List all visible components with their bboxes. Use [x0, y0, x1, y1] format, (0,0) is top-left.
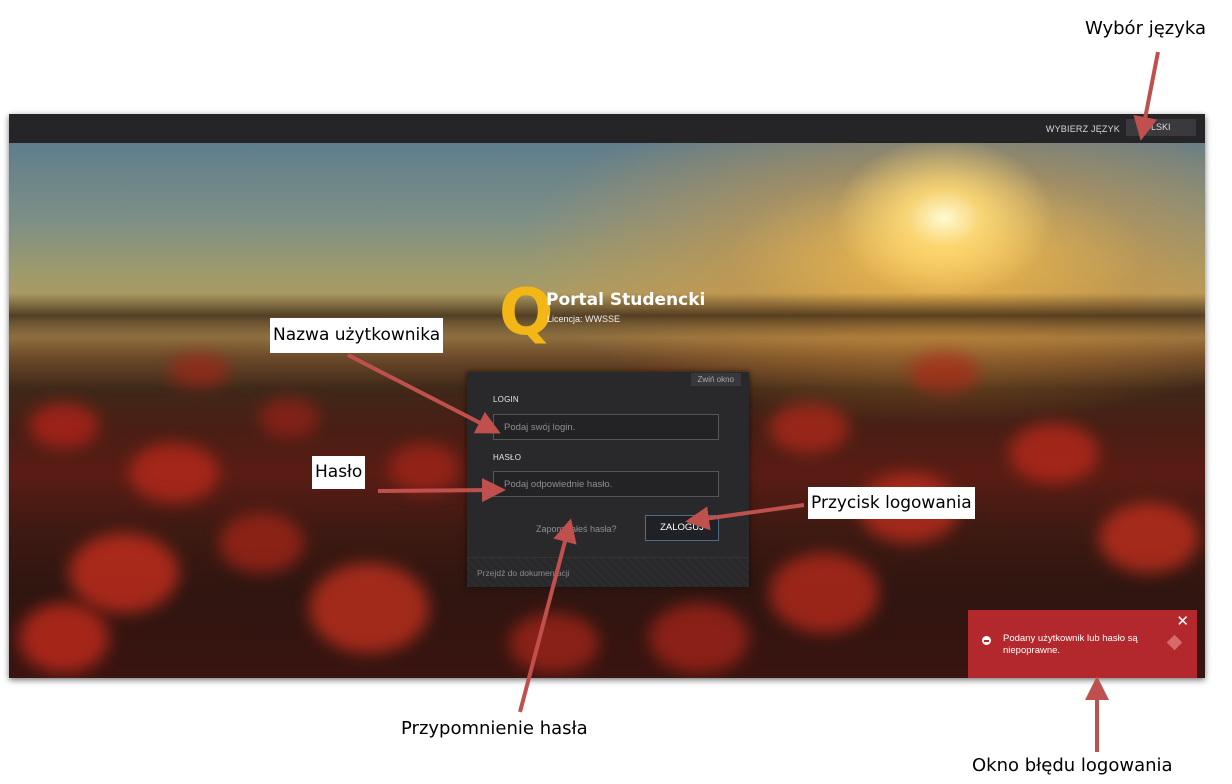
annotation-login-button: Przycisk logowania — [808, 487, 975, 519]
annotation-login-error: Okno błędu logowania — [972, 755, 1173, 776]
arrow-username — [347, 353, 501, 434]
arrow-forgot — [518, 518, 577, 713]
annotation-language-choice: Wybór języka — [1085, 18, 1207, 39]
arrow-language — [1133, 51, 1160, 141]
annotation-password: Hasło — [312, 456, 366, 489]
annotation-username: Nazwa użytkownika — [270, 318, 444, 353]
arrow-password — [377, 478, 506, 503]
arrow-login-button — [685, 503, 805, 531]
annotation-password-reminder: Przypomnienie hasła — [401, 718, 588, 739]
annotation-arrows — [347, 51, 1160, 752]
